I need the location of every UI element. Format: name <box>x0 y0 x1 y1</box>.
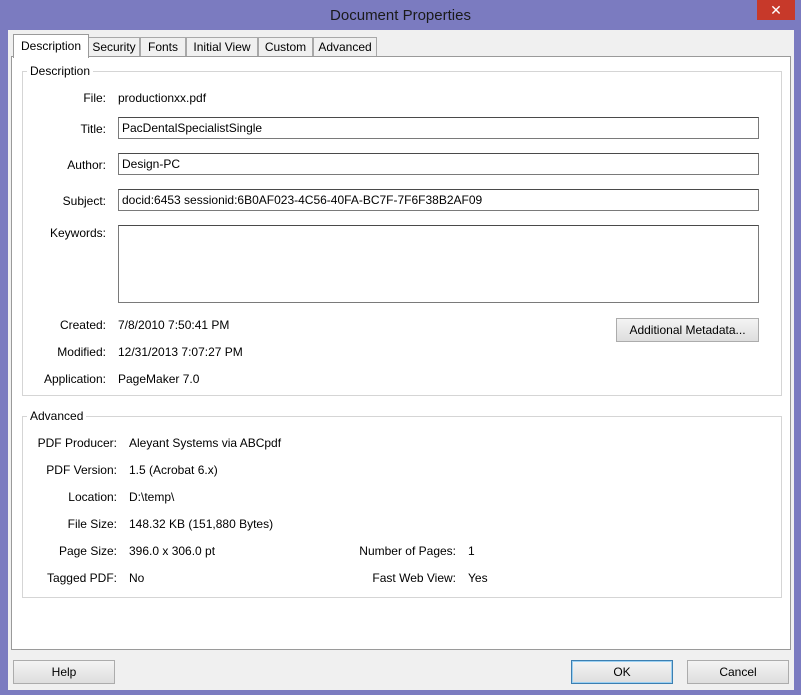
cancel-button[interactable]: Cancel <box>687 660 789 684</box>
file-size-value: 148.32 KB (151,880 Bytes) <box>129 517 274 531</box>
fast-web-view-value: Yes <box>468 571 488 585</box>
file-value: productionxx.pdf <box>118 91 207 105</box>
tab-initial-view[interactable]: Initial View <box>186 37 258 57</box>
application-label: Application: <box>43 372 106 386</box>
number-of-pages-value: 1 <box>468 544 475 558</box>
title-field[interactable]: PacDentalSpecialistSingle <box>118 117 759 139</box>
tab-advanced[interactable]: Advanced <box>313 37 377 57</box>
advanced-group-title: Advanced <box>27 409 87 423</box>
page-size-value: 396.0 x 306.0 pt <box>129 544 216 558</box>
created-label: Created: <box>59 318 106 332</box>
tab-custom[interactable]: Custom <box>258 37 313 57</box>
subject-field[interactable]: docid:6453 sessionid:6B0AF023-4C56-40FA-… <box>118 189 759 211</box>
tab-description[interactable]: Description <box>13 34 89 58</box>
tab-security[interactable]: Security <box>88 37 140 57</box>
pdf-producer-value: Aleyant Systems via ABCpdf <box>129 436 282 450</box>
page-size-label: Page Size: <box>58 544 117 558</box>
tab-panel: Description File: productionxx.pdf Title… <box>11 56 791 650</box>
modified-label: Modified: <box>57 345 106 359</box>
pdf-producer-label: PDF Producer: <box>37 436 117 450</box>
location-value: D:\temp\ <box>129 490 175 504</box>
document-properties-dialog: Document Properties ✕ Description Securi… <box>0 0 801 695</box>
additional-metadata-button[interactable]: Additional Metadata... <box>616 318 759 342</box>
fast-web-view-label: Fast Web View: <box>372 571 456 585</box>
file-size-label: File Size: <box>67 517 117 531</box>
title-bar[interactable]: Document Properties ✕ <box>0 0 801 30</box>
created-value: 7/8/2010 7:50:41 PM <box>118 318 230 332</box>
keywords-label: Keywords: <box>49 226 106 240</box>
pdf-version-value: 1.5 (Acrobat 6.x) <box>129 463 218 477</box>
tab-fonts[interactable]: Fonts <box>140 37 186 57</box>
description-group-title: Description <box>27 64 94 78</box>
tagged-pdf-label: Tagged PDF: <box>46 571 117 585</box>
window-title: Document Properties <box>330 7 471 24</box>
ok-button[interactable]: OK <box>571 660 673 684</box>
location-label: Location: <box>68 490 117 504</box>
file-label: File: <box>83 91 106 105</box>
pdf-version-label: PDF Version: <box>46 463 117 477</box>
application-value: PageMaker 7.0 <box>118 372 200 386</box>
modified-value: 12/31/2013 7:07:27 PM <box>118 345 243 359</box>
title-label: Title: <box>80 122 106 136</box>
subject-label: Subject: <box>62 194 106 208</box>
tagged-pdf-value: No <box>129 571 145 585</box>
number-of-pages-label: Number of Pages: <box>359 544 456 558</box>
keywords-field[interactable] <box>118 225 759 303</box>
author-label: Author: <box>67 158 106 172</box>
help-button[interactable]: Help <box>13 660 115 684</box>
author-field[interactable]: Design-PC <box>118 153 759 175</box>
dialog-client: Description Security Fonts Initial View … <box>8 30 794 690</box>
close-icon[interactable]: ✕ <box>757 0 795 20</box>
